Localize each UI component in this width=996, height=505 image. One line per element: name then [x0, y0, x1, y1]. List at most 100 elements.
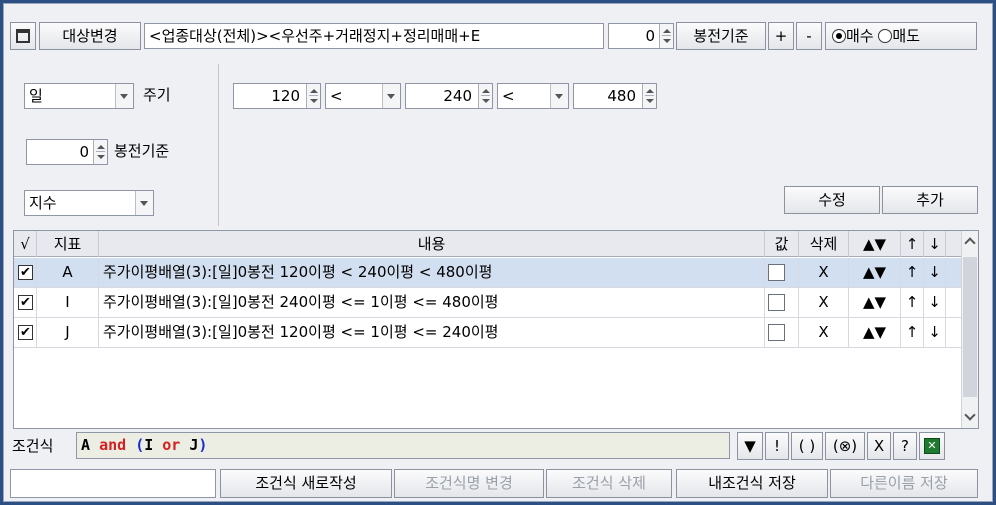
- expr-paren: (: [135, 436, 145, 454]
- row-content[interactable]: 주가이평배열(3):[일]0봉전 240이평 <= 1이평 <= 480이평: [99, 288, 765, 317]
- period-value: 일: [29, 87, 43, 105]
- add-button[interactable]: 추가: [882, 186, 978, 214]
- header-indicator: 지표: [37, 231, 99, 257]
- move-updown-cell[interactable]: ▲▼: [849, 258, 901, 287]
- change-target-button[interactable]: 대상변경: [39, 22, 141, 50]
- move-up-cell[interactable]: ↑: [901, 288, 924, 317]
- condition-table: √ 지표 내용 값 삭제 ▲▼ ↑ ↓ ✔ A 주가이평배열(3):[일]0봉전…: [13, 230, 979, 429]
- delete-cell[interactable]: X: [799, 258, 849, 287]
- value-checkbox[interactable]: [768, 324, 785, 341]
- row-checkbox[interactable]: ✔: [18, 265, 33, 280]
- sell-radio[interactable]: 매도: [878, 27, 920, 45]
- target-field[interactable]: <업종대상(전체)><우선주+거래정지+정리매매+E: [144, 23, 604, 49]
- op2-value: <: [502, 87, 515, 105]
- buy-label: 매수: [846, 27, 874, 45]
- buy-radio[interactable]: 매수: [832, 27, 874, 45]
- table-row[interactable]: ✔ I 주가이평배열(3):[일]0봉전 240이평 <= 1이평 <= 480…: [14, 288, 962, 318]
- chevron-up-icon[interactable]: [964, 237, 976, 249]
- row-indicator: I: [37, 288, 99, 317]
- type-value: 지수: [29, 194, 57, 212]
- row-checkbox[interactable]: ✔: [18, 295, 33, 310]
- op1-value: <: [330, 87, 343, 105]
- ma2-stepper[interactable]: 240: [405, 83, 493, 109]
- table-scrollbar[interactable]: [961, 231, 978, 428]
- minus-button[interactable]: -: [796, 22, 822, 50]
- offset-value: 0: [645, 27, 655, 45]
- condition-editor-panel: 대상변경 <업종대상(전체)><우선주+거래정지+정리매매+E 0 봉전기준 +…: [3, 3, 993, 502]
- settings-divider: [218, 64, 219, 226]
- chevron-down-icon[interactable]: [550, 84, 568, 108]
- new-condition-button[interactable]: 조건식 새로작성: [220, 469, 392, 498]
- period-select[interactable]: 일: [24, 83, 134, 109]
- delete-condition-button[interactable]: 조건식 삭제: [546, 469, 672, 498]
- bar-offset-spin-icon[interactable]: [93, 140, 107, 164]
- plus-button[interactable]: +: [768, 22, 794, 50]
- offset-spin-icon[interactable]: [659, 24, 673, 48]
- header-down: ↓: [924, 231, 946, 257]
- remove-paren-button[interactable]: (⊗): [825, 432, 865, 460]
- move-up-cell[interactable]: ↑: [901, 318, 924, 347]
- not-button[interactable]: !: [765, 432, 789, 460]
- delete-cell[interactable]: X: [799, 288, 849, 317]
- excel-button[interactable]: ✕: [919, 432, 945, 460]
- chevron-down-icon[interactable]: [135, 191, 153, 215]
- op2-select[interactable]: <: [497, 83, 569, 109]
- radio-checked-icon: [832, 29, 846, 43]
- table-row[interactable]: ✔ A 주가이평배열(3):[일]0봉전 120이평 < 240이평 < 480…: [14, 258, 962, 288]
- ma3-value: 480: [607, 87, 636, 105]
- row-checkbox[interactable]: ✔: [18, 325, 33, 340]
- delete-cell[interactable]: X: [799, 318, 849, 347]
- row-indicator: J: [37, 318, 99, 347]
- expression-field[interactable]: A and (I or J): [76, 432, 730, 459]
- offset-stepper[interactable]: 0: [608, 23, 674, 49]
- rename-condition-button[interactable]: 조건식명 변경: [394, 469, 544, 498]
- scrollbar-thumb[interactable]: [963, 257, 977, 397]
- ma2-value: 240: [443, 87, 472, 105]
- paren-button[interactable]: ( ): [791, 432, 823, 460]
- condition-name-input[interactable]: [10, 469, 216, 498]
- save-condition-button[interactable]: 내조건식 저장: [676, 469, 828, 498]
- period-label: 주기: [143, 86, 171, 104]
- panel-toggle-button[interactable]: [10, 22, 36, 50]
- header-updown: ▲▼: [849, 231, 901, 257]
- ma1-stepper[interactable]: 120: [233, 83, 321, 109]
- header-delete: 삭제: [799, 231, 849, 257]
- move-down-cell[interactable]: ↓: [924, 318, 946, 347]
- expr-operator: and: [99, 436, 127, 454]
- chevron-down-icon[interactable]: [964, 409, 976, 421]
- table-row[interactable]: ✔ J 주가이평배열(3):[일]0봉전 120이평 <= 1이평 <= 240…: [14, 318, 962, 348]
- value-checkbox[interactable]: [768, 264, 785, 281]
- expression-dropdown-button[interactable]: ▼: [737, 432, 763, 460]
- edit-button[interactable]: 수정: [784, 186, 880, 214]
- move-down-cell[interactable]: ↓: [924, 258, 946, 287]
- value-checkbox[interactable]: [768, 294, 785, 311]
- ma3-stepper[interactable]: 480: [573, 83, 657, 109]
- move-updown-cell[interactable]: ▲▼: [849, 288, 901, 317]
- expression-label: 조건식: [12, 437, 54, 455]
- move-up-cell[interactable]: ↑: [901, 258, 924, 287]
- move-down-cell[interactable]: ↓: [924, 288, 946, 317]
- bar-offset-stepper[interactable]: 0: [26, 139, 108, 165]
- chevron-down-icon[interactable]: [382, 84, 400, 108]
- type-select[interactable]: 지수: [24, 190, 154, 216]
- buy-sell-group: 매수 매도: [825, 22, 977, 50]
- save-as-button[interactable]: 다른이름 저장: [830, 469, 978, 498]
- header-check: √: [14, 231, 37, 257]
- row-indicator: A: [37, 258, 99, 287]
- row-content[interactable]: 주가이평배열(3):[일]0봉전 120이평 < 240이평 < 480이평: [99, 258, 765, 287]
- row-content[interactable]: 주가이평배열(3):[일]0봉전 120이평 <= 1이평 <= 240이평: [99, 318, 765, 347]
- ma2-spin-icon[interactable]: [478, 84, 492, 108]
- ma1-value: 120: [271, 87, 300, 105]
- ma3-spin-icon[interactable]: [642, 84, 656, 108]
- expr-paren: ): [198, 436, 208, 454]
- chevron-down-icon[interactable]: [115, 84, 133, 108]
- ma1-spin-icon[interactable]: [306, 84, 320, 108]
- header-up: ↑: [901, 231, 924, 257]
- help-button[interactable]: ?: [893, 432, 917, 460]
- op1-select[interactable]: <: [325, 83, 401, 109]
- excel-icon: ✕: [924, 438, 940, 454]
- window-icon: [16, 29, 30, 43]
- offset-basis-button[interactable]: 봉전기준: [676, 22, 766, 50]
- move-updown-cell[interactable]: ▲▼: [849, 318, 901, 347]
- clear-button[interactable]: X: [867, 432, 891, 460]
